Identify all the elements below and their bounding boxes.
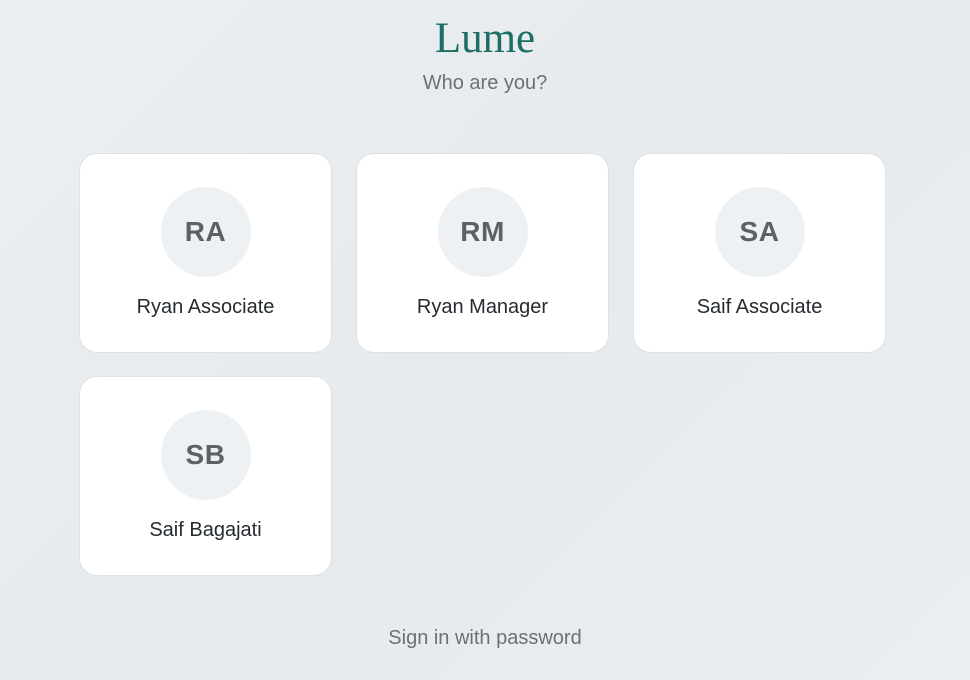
sign-in-with-password-link[interactable]: Sign in with password bbox=[0, 626, 970, 650]
profile-card-saif-bagajati[interactable]: SB Saif Bagajati bbox=[79, 376, 332, 576]
page-subtitle: Who are you? bbox=[422, 72, 548, 94]
profile-grid: RA Ryan Associate RM Ryan Manager SA Sai… bbox=[79, 153, 887, 576]
profile-name: Ryan Manager bbox=[416, 296, 549, 318]
avatar: SA bbox=[714, 187, 805, 277]
app-title: Lume bbox=[434, 15, 536, 62]
profile-card-ryan-associate[interactable]: RA Ryan Associate bbox=[79, 153, 332, 353]
avatar: RA bbox=[160, 187, 251, 277]
avatar: SB bbox=[160, 410, 251, 500]
profile-card-saif-associate[interactable]: SA Saif Associate bbox=[633, 153, 886, 353]
profile-name: Ryan Associate bbox=[136, 296, 275, 318]
profile-card-ryan-manager[interactable]: RM Ryan Manager bbox=[356, 153, 609, 353]
profile-name: Saif Associate bbox=[696, 296, 823, 318]
profile-name: Saif Bagajati bbox=[149, 519, 262, 541]
avatar: RM bbox=[437, 187, 528, 277]
